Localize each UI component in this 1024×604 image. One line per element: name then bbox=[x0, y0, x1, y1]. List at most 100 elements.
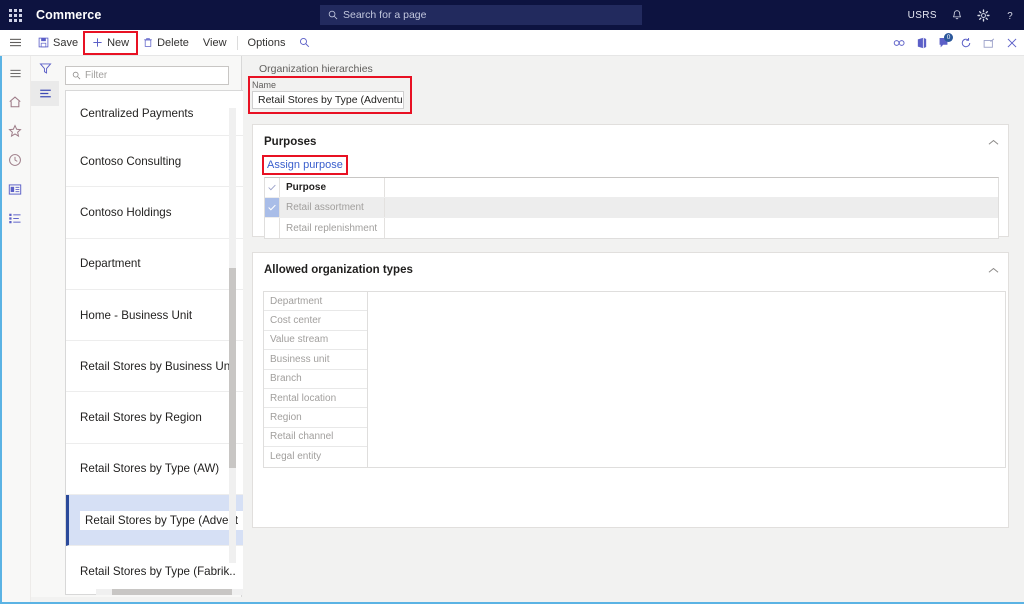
attach-link-icon[interactable] bbox=[893, 38, 906, 48]
command-bar-right-icons: 0 bbox=[893, 30, 1018, 56]
allowed-organization-types-section: Allowed organization types Department Co… bbox=[252, 252, 1009, 528]
settings-gear-icon[interactable] bbox=[977, 8, 990, 22]
purposes-grid-row[interactable]: Retail assortment bbox=[265, 198, 998, 218]
rail-favorites-star-icon[interactable] bbox=[2, 118, 28, 144]
name-field-group: Name Retail Stores by Type (Adventur... bbox=[252, 80, 418, 109]
search-icon bbox=[299, 37, 310, 48]
chevron-up-icon[interactable] bbox=[988, 139, 999, 146]
waffle-grid-icon[interactable] bbox=[0, 0, 30, 30]
notification-bell-icon[interactable] bbox=[951, 9, 963, 22]
allowed-types-column: Department Cost center Value stream Busi… bbox=[264, 292, 368, 467]
rail-modules-list-icon[interactable] bbox=[2, 205, 28, 231]
allowed-type-row[interactable]: Legal entity bbox=[264, 447, 367, 466]
options-button-label: Options bbox=[247, 36, 286, 49]
top-navigation-bar: Commerce Search for a page USRS ? bbox=[0, 0, 1024, 30]
allowed-type-row[interactable]: Rental location bbox=[264, 389, 367, 409]
list-horizontal-scrollbar[interactable] bbox=[96, 589, 260, 595]
purposes-row-filler bbox=[385, 198, 998, 217]
list-item-label: Retail Stores by Region bbox=[80, 411, 202, 425]
save-button-label: Save bbox=[53, 36, 79, 49]
list-item-label: Retail Stores by Business Unit bbox=[80, 359, 236, 373]
list-item-label: Home - Business Unit bbox=[80, 308, 193, 322]
breadcrumb: Organization hierarchies bbox=[259, 63, 373, 75]
list-item-label: Centralized Payments bbox=[80, 106, 194, 120]
filter-input[interactable]: Filter bbox=[65, 66, 229, 85]
purposes-column-header[interactable]: Purpose bbox=[280, 178, 385, 197]
purposes-row-label: Retail replenishment bbox=[280, 218, 385, 238]
list-vertical-scrollbar[interactable] bbox=[229, 108, 236, 563]
save-button[interactable]: Save bbox=[31, 33, 85, 53]
delete-button[interactable]: Delete bbox=[136, 33, 196, 53]
chat-badge-count: 0 bbox=[944, 33, 953, 42]
allowed-type-row[interactable]: Region bbox=[264, 408, 367, 428]
refresh-icon[interactable] bbox=[960, 37, 972, 49]
allowed-types-section-title: Allowed organization types bbox=[264, 264, 413, 276]
name-field-label: Name bbox=[252, 80, 277, 90]
plus-icon bbox=[92, 37, 103, 48]
global-search-input[interactable]: Search for a page bbox=[320, 5, 642, 25]
purposes-row-filler bbox=[385, 218, 998, 238]
list-item-label: Retail Stores by Type (AW) bbox=[80, 462, 220, 476]
row-check-icon[interactable] bbox=[265, 218, 280, 238]
allowed-type-row[interactable]: Business unit bbox=[264, 350, 367, 370]
purposes-header-filler bbox=[385, 178, 998, 197]
row-check-icon[interactable] bbox=[265, 198, 280, 217]
global-search-placeholder: Search for a page bbox=[343, 9, 427, 21]
help-question-icon[interactable]: ? bbox=[1004, 9, 1016, 22]
search-icon bbox=[72, 71, 81, 80]
allowed-type-row[interactable]: Branch bbox=[264, 370, 367, 389]
list-item-label: Retail Stores by Type (Fabrik.. bbox=[80, 565, 236, 579]
name-input[interactable]: Retail Stores by Type (Adventur... bbox=[252, 91, 404, 109]
purposes-section-title: Purposes bbox=[264, 136, 317, 148]
list-item-label: Department bbox=[80, 257, 141, 271]
command-bar: Save New Delete View Options 0 bbox=[0, 30, 1024, 56]
purposes-section: Purposes Assign purpose Purpose Retail a… bbox=[252, 124, 1009, 239]
delete-button-label: Delete bbox=[157, 36, 189, 49]
allowed-type-row[interactable]: Cost center bbox=[264, 311, 367, 331]
allowed-type-row[interactable]: Value stream bbox=[264, 331, 367, 351]
command-bar-items: Save New Delete View Options bbox=[31, 30, 317, 56]
rail-recent-clock-icon[interactable] bbox=[2, 147, 28, 173]
chevron-up-icon[interactable] bbox=[988, 267, 999, 274]
rail-workspaces-icon[interactable] bbox=[2, 176, 28, 202]
allowed-type-row[interactable]: Department bbox=[264, 292, 367, 312]
purposes-row-label: Retail assortment bbox=[280, 198, 385, 217]
close-icon[interactable] bbox=[1006, 37, 1018, 49]
allowed-types-section-header: Allowed organization types bbox=[253, 257, 1008, 283]
purposes-grid: Purpose Retail assortment Retail repleni… bbox=[264, 177, 999, 239]
chat-feedback-icon[interactable]: 0 bbox=[938, 33, 953, 49]
view-button-label: View bbox=[202, 36, 227, 49]
filter-funnel-icon[interactable] bbox=[31, 56, 59, 81]
hamburger-menu-icon[interactable] bbox=[0, 30, 31, 56]
search-icon bbox=[328, 10, 338, 20]
user-initials[interactable]: USRS bbox=[908, 10, 937, 21]
new-button[interactable]: New bbox=[83, 30, 139, 55]
filter-placeholder: Filter bbox=[85, 70, 108, 81]
popout-window-icon[interactable] bbox=[983, 38, 995, 49]
rail-home-icon[interactable] bbox=[2, 89, 28, 115]
view-button[interactable]: View bbox=[196, 33, 234, 53]
rail-hamburger-menu-icon[interactable] bbox=[2, 60, 28, 86]
new-button-label: New bbox=[107, 36, 130, 49]
options-button[interactable]: Options bbox=[241, 33, 293, 53]
command-separator bbox=[236, 35, 238, 50]
navigation-rail bbox=[0, 56, 31, 604]
app-title: Commerce bbox=[36, 8, 102, 22]
allowed-type-row[interactable]: Retail channel bbox=[264, 428, 367, 448]
select-all-check-icon[interactable] bbox=[265, 178, 280, 197]
app-root: Commerce Search for a page USRS ? Save N… bbox=[0, 0, 1024, 604]
assign-purpose-label: Assign purpose bbox=[267, 159, 343, 171]
list-view-icon[interactable] bbox=[31, 81, 59, 106]
records-list-pane: Filter Centralized Payments Contoso Cons… bbox=[31, 56, 260, 597]
office-app-icon[interactable] bbox=[917, 37, 927, 49]
main-content: Organization hierarchies Name Retail Sto… bbox=[243, 56, 1024, 604]
purposes-grid-header: Purpose bbox=[265, 178, 998, 198]
list-tool-column bbox=[31, 56, 59, 597]
allowed-types-grid: Department Cost center Value stream Busi… bbox=[263, 291, 1006, 468]
assign-purpose-link[interactable]: Assign purpose bbox=[262, 155, 348, 175]
filter-field-wrap: Filter bbox=[65, 66, 229, 85]
command-search-button[interactable] bbox=[292, 33, 317, 53]
left-accent-border bbox=[0, 56, 2, 604]
list-item-label: Contoso Consulting bbox=[80, 154, 182, 168]
purposes-grid-row[interactable]: Retail replenishment bbox=[265, 218, 998, 238]
